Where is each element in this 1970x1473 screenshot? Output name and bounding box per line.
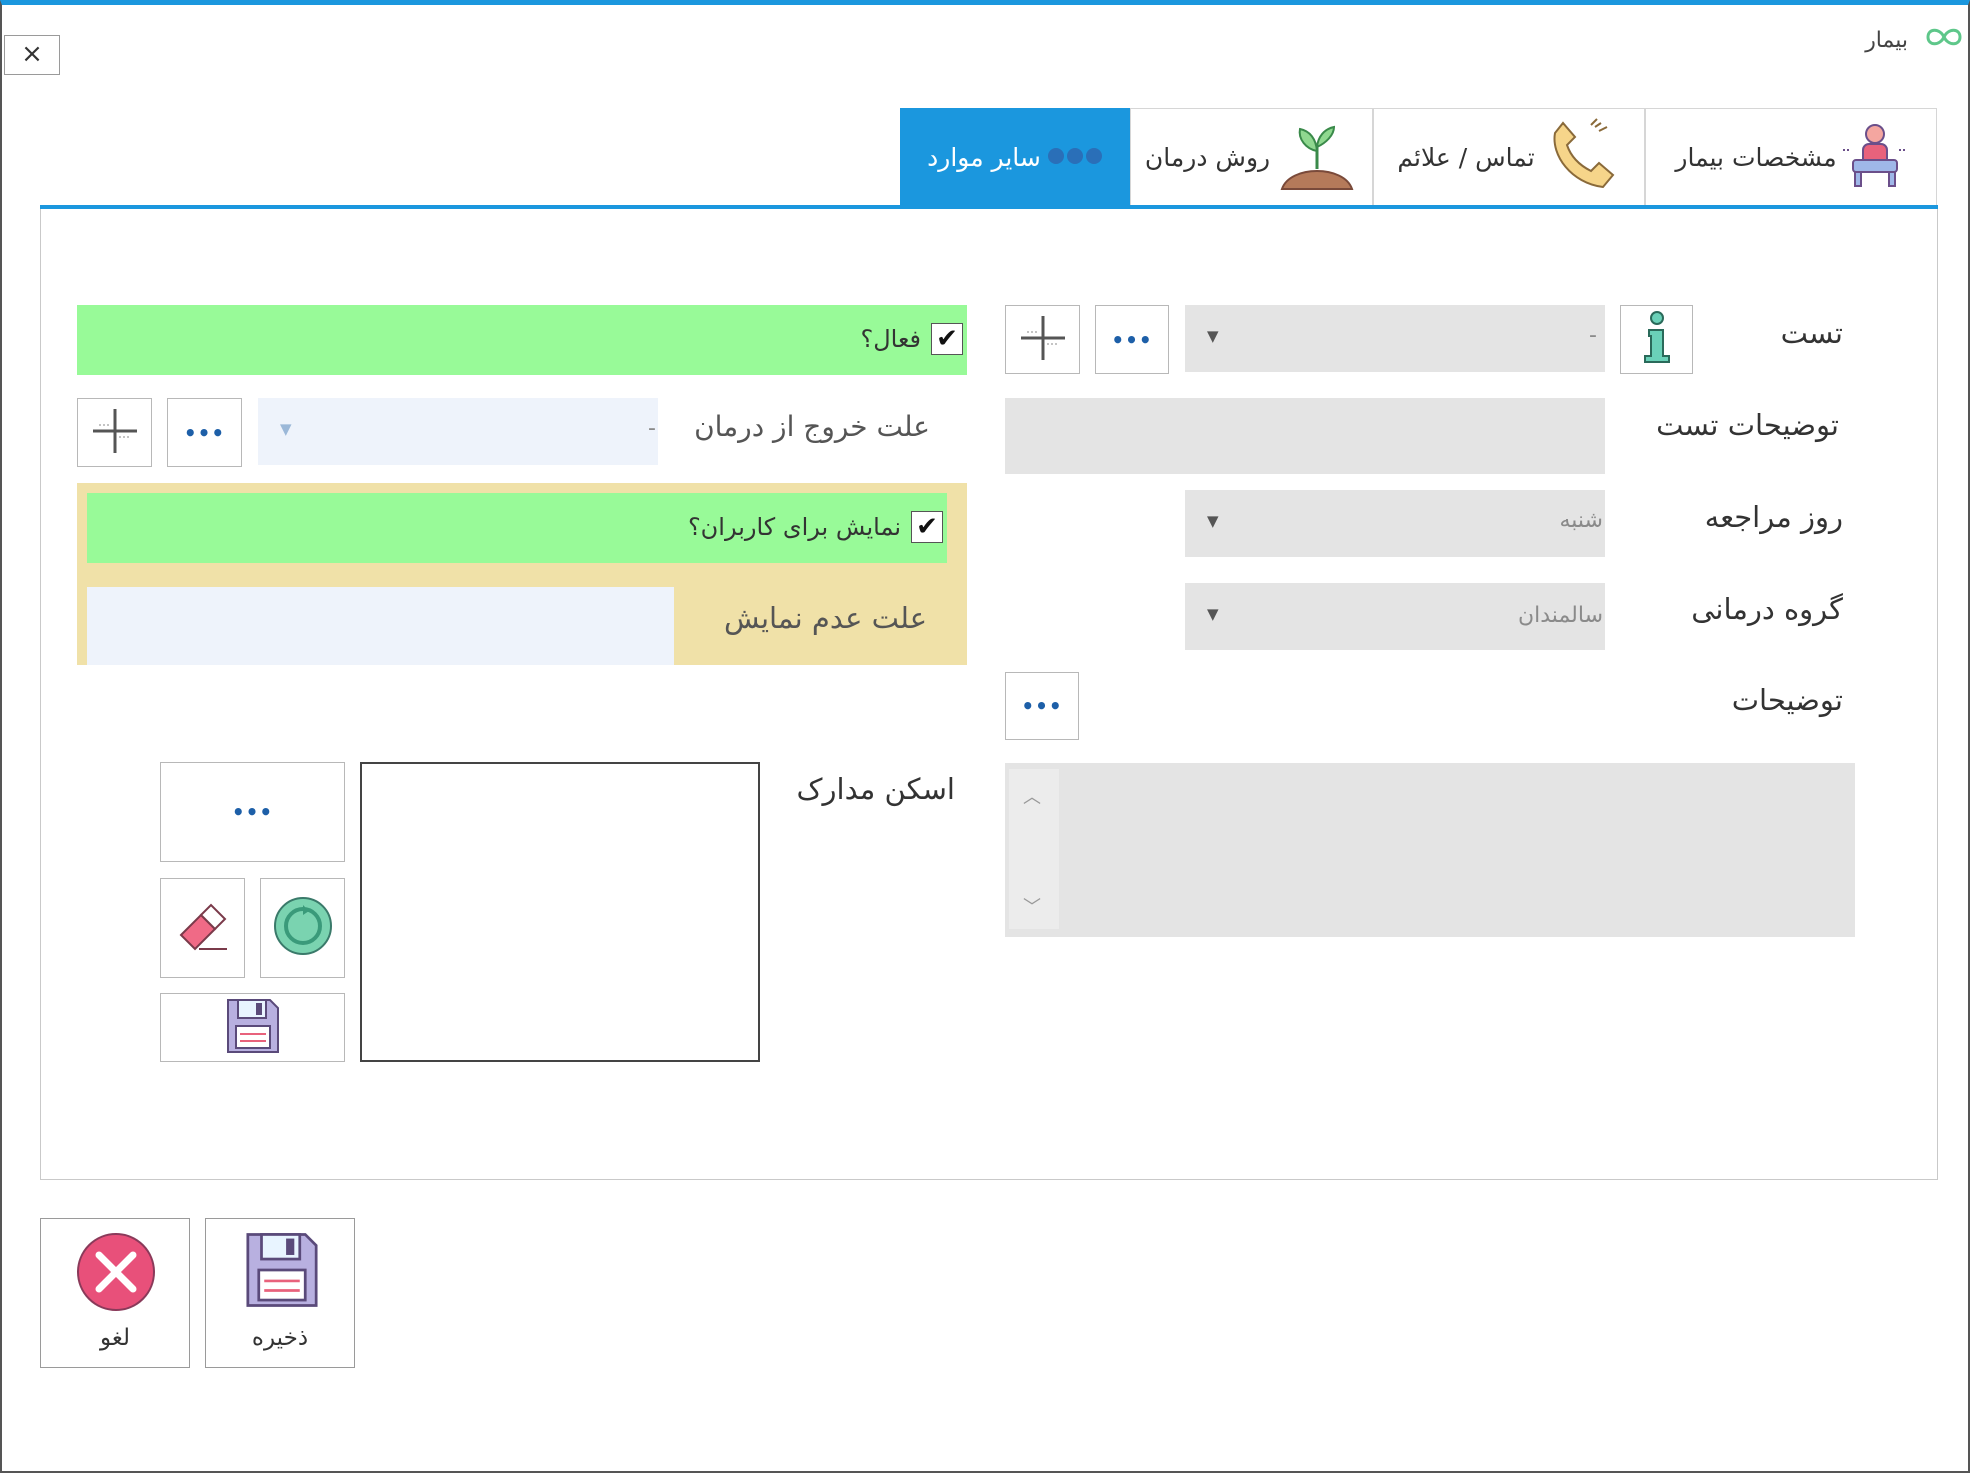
scan-save-button[interactable] xyxy=(160,993,345,1062)
tab-label: روش درمان xyxy=(1144,143,1271,172)
floppy-disk-icon xyxy=(224,996,282,1060)
exit-reason-add-button[interactable] xyxy=(77,398,152,467)
tab-contact-symptoms[interactable]: تماس / علائم xyxy=(1373,108,1645,206)
active-bar: ✔ فعال؟ xyxy=(77,305,967,375)
description-browse-button[interactable]: ••• xyxy=(1005,672,1079,740)
test-description-input[interactable] xyxy=(1005,398,1605,474)
cancel-x-icon xyxy=(75,1231,157,1317)
test-label: تست xyxy=(1780,316,1843,350)
show-to-users-checkbox[interactable]: ✔ xyxy=(911,511,943,543)
tab-other-items[interactable]: سایر موارد xyxy=(900,108,1130,206)
treatment-group-value: سالمندان xyxy=(1517,603,1603,628)
info-icon xyxy=(1637,310,1677,370)
window-title: بیمار xyxy=(1865,28,1908,53)
show-to-users-label: نمایش برای کاربران؟ xyxy=(687,513,901,541)
scrollbar[interactable]: ︿ ﹀ xyxy=(1009,769,1059,929)
tab-label: سایر موارد xyxy=(927,143,1041,172)
exit-reason-label: علت خروج از درمان xyxy=(694,410,930,443)
tab-patient-details[interactable]: مشخصات بیمار xyxy=(1645,108,1937,206)
cancel-button-label: لغو xyxy=(100,1325,130,1351)
test-info-button[interactable] xyxy=(1620,305,1693,374)
eraser-icon xyxy=(175,901,231,955)
active-checkbox[interactable]: ✔ xyxy=(931,323,963,355)
description-label: توضیحات xyxy=(1731,683,1843,717)
exit-reason-browse-button[interactable]: ••• xyxy=(167,398,242,467)
visit-day-value: شنبه xyxy=(1559,508,1603,533)
scroll-down-icon[interactable]: ﹀ xyxy=(1023,893,1041,919)
tab-treatment-method[interactable]: روش درمان xyxy=(1130,108,1373,206)
dots-icon: ••• xyxy=(183,420,226,445)
exit-reason-dropdown[interactable]: ▼ - xyxy=(258,398,658,465)
test-dropdown-value: - xyxy=(1589,323,1597,348)
tab-label: تماس / علائم xyxy=(1397,143,1535,172)
test-description-label: توضیحات تست xyxy=(1656,408,1839,442)
treatment-group-label: گروه درمانی xyxy=(1691,592,1843,626)
chevron-down-icon: ▼ xyxy=(1207,605,1219,623)
plus-icon xyxy=(91,407,139,459)
plant-sprout-icon xyxy=(1276,119,1358,197)
chevron-down-icon: ▼ xyxy=(280,420,292,438)
patient-sitting-icon xyxy=(1842,120,1907,196)
show-to-users-bar: ✔ نمایش برای کاربران؟ xyxy=(87,493,947,563)
visibility-panel: ✔ نمایش برای کاربران؟ علت عدم نمایش xyxy=(77,483,967,665)
test-dropdown[interactable]: ▼ - xyxy=(1185,305,1605,372)
no-show-reason-input[interactable] xyxy=(87,587,674,665)
test-add-button[interactable] xyxy=(1005,305,1080,374)
treatment-group-dropdown[interactable]: ▼ سالمندان xyxy=(1185,583,1605,650)
floppy-disk-icon xyxy=(241,1229,323,1315)
app-logo-icon xyxy=(1924,24,1964,50)
scroll-up-icon[interactable]: ︿ xyxy=(1023,783,1041,809)
scan-browse-button[interactable]: ••• xyxy=(160,762,345,862)
scan-documents-label: اسکن مدارک xyxy=(796,772,955,806)
three-dots-icon xyxy=(1047,143,1103,172)
plus-icon xyxy=(1019,314,1067,366)
scan-preview-box[interactable] xyxy=(360,762,760,1062)
test-browse-button[interactable]: ••• xyxy=(1095,305,1169,374)
scan-clear-button[interactable] xyxy=(160,878,245,978)
dots-icon: ••• xyxy=(1021,694,1063,718)
no-show-reason-label: علت عدم نمایش xyxy=(723,601,927,635)
visit-day-dropdown[interactable]: ▼ شنبه xyxy=(1185,490,1605,557)
chevron-down-icon: ▼ xyxy=(1207,327,1219,345)
visit-day-label: روز مراجعه xyxy=(1704,500,1843,534)
dots-icon: ••• xyxy=(231,800,274,824)
active-label: فعال؟ xyxy=(860,325,921,353)
description-textarea[interactable]: ︿ ﹀ xyxy=(1005,763,1855,937)
dots-icon: ••• xyxy=(1111,327,1153,352)
close-button[interactable]: × xyxy=(4,35,60,75)
phone-icon xyxy=(1541,115,1621,201)
scan-refresh-icon xyxy=(272,895,334,961)
save-button-label: ذخیره xyxy=(251,1325,309,1351)
scan-acquire-button[interactable] xyxy=(260,878,345,978)
chevron-down-icon: ▼ xyxy=(1207,512,1219,530)
tab-label: مشخصات بیمار xyxy=(1675,143,1837,172)
save-button[interactable]: ذخیره xyxy=(205,1218,355,1368)
exit-reason-value: - xyxy=(648,416,656,441)
cancel-button[interactable]: لغو xyxy=(40,1218,190,1368)
